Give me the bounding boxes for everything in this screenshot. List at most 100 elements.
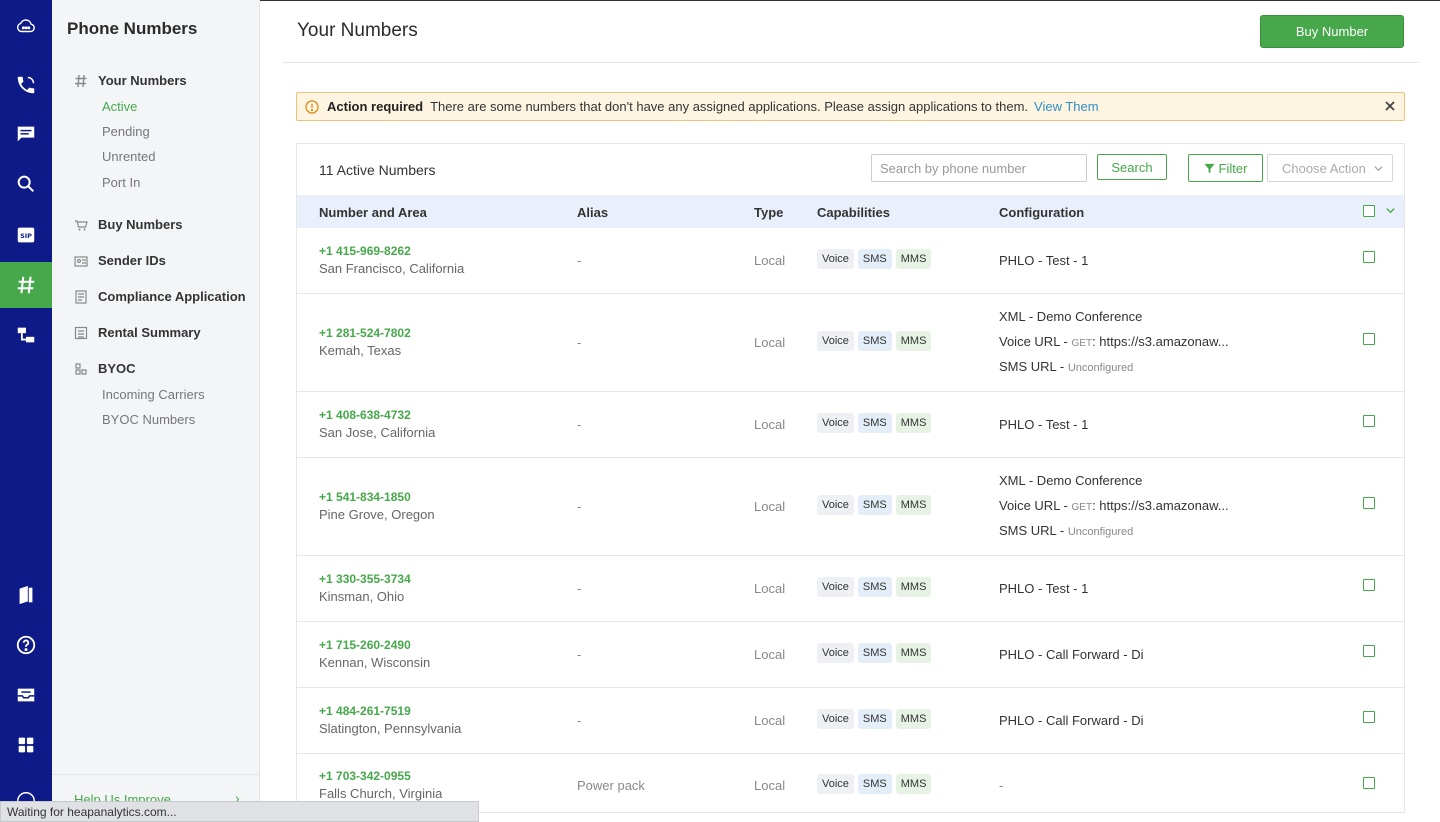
configuration-value[interactable]: XML - Demo Conference (999, 309, 1142, 324)
col-capabilities[interactable]: Capabilities (817, 205, 890, 220)
nav-port-in[interactable]: Port In (102, 175, 140, 190)
table-row[interactable]: +1 408-638-4732 San Jose, California - L… (297, 392, 1404, 458)
nav-incoming-carriers[interactable]: Incoming Carriers (102, 387, 205, 402)
alias-value: - (577, 713, 582, 728)
table-row[interactable]: +1 415-969-8262 San Francisco, Californi… (297, 228, 1404, 294)
configuration-value[interactable]: PHLO - Test - 1 (999, 581, 1088, 596)
nav-active[interactable]: Active (102, 99, 137, 114)
row-checkbox[interactable] (1363, 497, 1375, 509)
nav-sender-ids[interactable]: Sender IDs (74, 253, 166, 268)
alias-value: - (577, 499, 582, 514)
table-row[interactable]: +1 330-355-3734 Kinsman, Ohio - Local Vo… (297, 556, 1404, 622)
configuration-value[interactable]: PHLO - Call Forward - Di (999, 647, 1143, 662)
nav-byoc[interactable]: BYOC (74, 361, 136, 376)
voice-badge: Voice (817, 577, 854, 597)
voice-badge: Voice (817, 495, 854, 515)
phone-number[interactable]: +1 703-342-0955 (319, 769, 411, 783)
row-checkbox[interactable] (1363, 579, 1375, 591)
sms-badge: SMS (857, 577, 892, 597)
hash-icon (74, 74, 88, 88)
configuration-value[interactable]: PHLO - Test - 1 (999, 417, 1088, 432)
phone-number[interactable]: +1 541-834-1850 (319, 490, 411, 504)
voice-call-icon[interactable] (0, 62, 52, 108)
choose-action-label: Choose Action (1282, 160, 1366, 176)
cart-icon (74, 218, 88, 232)
main-content: Your Numbers Buy Number Action required … (260, 0, 1440, 822)
table-row[interactable]: +1 715-260-2490 Kennan, Wisconsin - Loca… (297, 622, 1404, 688)
apps-grid-icon[interactable] (0, 722, 52, 768)
phone-number[interactable]: +1 330-355-3734 (319, 572, 411, 586)
row-checkbox[interactable] (1363, 333, 1375, 345)
col-alias[interactable]: Alias (577, 205, 608, 220)
voice-url-value: : https://s3.amazonaw... (1092, 334, 1229, 349)
view-them-link[interactable]: View Them (1034, 99, 1099, 114)
support-inbox-icon[interactable] (0, 672, 52, 718)
mms-badge: MMS (895, 495, 932, 515)
filter-button[interactable]: Filter (1188, 154, 1263, 182)
search-button[interactable]: Search (1097, 154, 1167, 180)
nav-rental-summary[interactable]: Rental Summary (74, 325, 201, 340)
messaging-icon[interactable] (0, 111, 52, 157)
col-number-and-area[interactable]: Number and Area (319, 205, 427, 220)
lookup-search-icon[interactable] (0, 161, 52, 207)
phone-number[interactable]: +1 715-260-2490 (319, 638, 411, 652)
nav-compliance-application[interactable]: Compliance Application (74, 289, 246, 304)
sip-trunk-icon[interactable]: SIP (0, 212, 52, 258)
sms-url-value: Unconfigured (1067, 362, 1134, 374)
sms-url-line: SMS URL - Unconfigured (999, 523, 1133, 538)
active-numbers-count: 11 Active Numbers (319, 162, 436, 178)
http-method: GET (1071, 502, 1093, 513)
configuration-value[interactable]: PHLO - Call Forward - Di (999, 713, 1143, 728)
cloud-logo-icon[interactable] (0, 3, 52, 49)
phone-numbers-hash-icon[interactable] (0, 262, 52, 308)
divider (283, 62, 1419, 63)
buy-number-button[interactable]: Buy Number (1260, 15, 1404, 48)
number-area: Kennan, Wisconsin (319, 655, 431, 670)
number-area: San Francisco, California (319, 261, 465, 276)
nav-buy-numbers[interactable]: Buy Numbers (74, 217, 183, 232)
row-checkbox[interactable] (1363, 251, 1375, 263)
configuration-value[interactable]: - (999, 778, 1003, 793)
sms-badge: SMS (857, 249, 892, 269)
browser-status-bar: Waiting for heapanalytics.com... (0, 801, 479, 822)
nav-your-numbers[interactable]: Your Numbers (74, 73, 187, 88)
capabilities: Voice SMS MMS (817, 249, 932, 269)
nav-pending[interactable]: Pending (102, 124, 150, 139)
nav-unrented[interactable]: Unrented (102, 149, 155, 164)
row-checkbox[interactable] (1363, 711, 1375, 723)
table-row[interactable]: +1 541-834-1850 Pine Grove, Oregon - Loc… (297, 458, 1404, 556)
col-configuration[interactable]: Configuration (999, 205, 1084, 220)
table-row[interactable]: +1 281-524-7802 Kemah, Texas - Local Voi… (297, 294, 1404, 392)
nav-sender-ids-label: Sender IDs (98, 253, 166, 268)
mms-badge: MMS (895, 774, 932, 794)
sms-url-label: SMS URL - (999, 359, 1068, 374)
alert-message: There are some numbers that don't have a… (430, 99, 1029, 114)
choose-action-select[interactable]: Choose Action (1267, 154, 1393, 182)
col-type[interactable]: Type (754, 205, 783, 220)
http-method: GET (1071, 338, 1093, 349)
select-all-checkbox[interactable] (1363, 205, 1375, 217)
phone-number[interactable]: +1 484-261-7519 (319, 704, 411, 718)
sms-badge: SMS (857, 495, 892, 515)
docs-book-icon[interactable] (0, 572, 52, 618)
row-checkbox[interactable] (1363, 415, 1375, 427)
filter-funnel-icon (1204, 163, 1215, 173)
row-checkbox[interactable] (1363, 645, 1375, 657)
search-input[interactable] (871, 154, 1087, 182)
row-checkbox[interactable] (1363, 777, 1375, 789)
capabilities: Voice SMS MMS (817, 774, 932, 794)
close-icon[interactable] (1384, 100, 1396, 112)
warning-info-icon (305, 99, 319, 114)
nav-rental-summary-label: Rental Summary (98, 325, 201, 340)
phone-number[interactable]: +1 281-524-7802 (319, 326, 411, 340)
table-row[interactable]: +1 484-261-7519 Slatington, Pennsylvania… (297, 688, 1404, 754)
chevron-down-icon[interactable] (1385, 205, 1396, 216)
phone-number[interactable]: +1 415-969-8262 (319, 244, 411, 258)
phlo-flow-icon[interactable] (0, 312, 52, 358)
voice-url-line: Voice URL - GET: https://s3.amazonaw... (999, 334, 1229, 349)
phone-number[interactable]: +1 408-638-4732 (319, 408, 411, 422)
configuration-value[interactable]: PHLO - Test - 1 (999, 253, 1088, 268)
configuration-value[interactable]: XML - Demo Conference (999, 473, 1142, 488)
help-icon[interactable] (0, 622, 52, 668)
nav-byoc-numbers[interactable]: BYOC Numbers (102, 412, 195, 427)
